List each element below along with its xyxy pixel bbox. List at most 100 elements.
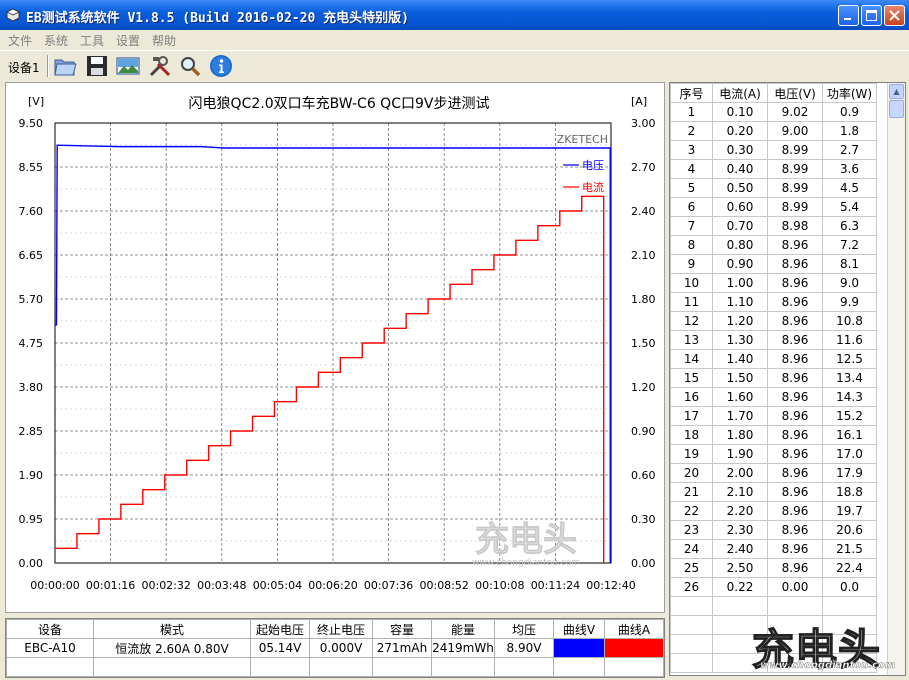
right-axis-unit: [A] [631,95,647,108]
data-row[interactable]: 7 0.70 8.98 6.3 [670,216,877,236]
row-current: 2.40 [712,539,768,559]
close-button[interactable] [884,5,905,26]
data-row[interactable]: 6 0.60 8.99 5.4 [670,197,877,217]
row-index: 25 [670,558,713,578]
zoom-icon[interactable] [178,54,202,78]
scroll-up-arrow[interactable]: ▲ [889,84,904,99]
minimize-button[interactable] [838,5,859,26]
scroll-thumb[interactable] [889,100,904,118]
row-voltage: 8.99 [767,159,823,179]
row-voltage: 9.00 [767,121,823,141]
data-row[interactable]: 24 2.40 8.96 21.5 [670,539,877,559]
row-current: 0.50 [712,178,768,198]
data-row[interactable]: 12 1.20 8.96 10.8 [670,311,877,331]
info-icon[interactable] [209,54,233,78]
open-folder-icon[interactable] [53,54,77,78]
menu-settings[interactable]: 设置 [116,32,140,49]
y-right-tick-label: 0.60 [631,469,656,482]
x-tick-label: 00:03:48 [197,579,246,592]
row-current: 0.80 [712,235,768,255]
menu-file[interactable]: 文件 [8,32,32,49]
row-power: 5.4 [822,197,877,217]
data-row[interactable]: 14 1.40 8.96 12.5 [670,349,877,369]
menu-bar: 文件 系统 工具 设置 帮助 [0,30,909,50]
data-row[interactable]: 15 1.50 8.96 13.4 [670,368,877,388]
device-tab[interactable]: 设备1 [8,59,40,76]
data-row[interactable]: 20 2.00 8.96 17.9 [670,463,877,483]
data-table-scrollbar[interactable]: ▲ [887,83,905,675]
row-voltage: 8.96 [767,539,823,559]
step-data-table: 序号 电流(A) 电压(V) 功率(W) 1 0.10 9.02 0.9 2 0.20 9.… [670,83,877,673]
row-voltage: 8.96 [767,368,823,388]
chart-picture-icon[interactable] [116,54,140,78]
chart-title: 闪电狼QC2.0双口车充BW-C6 QC口9V步进测试 [189,95,490,112]
row-power: 0.9 [822,102,877,122]
info-header-energy: 能量 [431,619,495,639]
curve-a-color-swatch[interactable] [604,638,664,658]
data-row[interactable]: 18 1.80 8.96 16.1 [670,425,877,445]
row-current: 0.10 [712,102,768,122]
data-row[interactable]: 10 1.00 8.96 9.0 [670,273,877,293]
data-row[interactable]: 1 0.10 9.02 0.9 [670,102,877,122]
data-row[interactable]: 23 2.30 8.96 20.6 [670,520,877,540]
data-row[interactable]: 5 0.50 8.99 4.5 [670,178,877,198]
row-power: 8.1 [822,254,877,274]
data-row[interactable]: 8 0.80 8.96 7.2 [670,235,877,255]
menu-help[interactable]: 帮助 [152,32,176,49]
row-voltage: 8.96 [767,520,823,540]
row-power: 0.0 [822,577,877,597]
data-row[interactable]: 13 1.30 8.96 11.6 [670,330,877,350]
row-index: 12 [670,311,713,331]
data-row[interactable]: 26 0.22 0.00 0.0 [670,577,877,597]
curve-v-color-swatch[interactable] [553,638,605,658]
watermark-url: www.chongdiantou.com [760,660,896,671]
x-tick-label: 00:02:32 [141,579,190,592]
row-current: 0.30 [712,140,768,160]
row-voltage: 8.96 [767,273,823,293]
left-axis-unit: [V] [28,95,44,108]
save-disk-icon[interactable] [85,54,109,78]
row-power: 22.4 [822,558,877,578]
row-current: 2.50 [712,558,768,578]
data-row[interactable]: 22 2.20 8.96 19.7 [670,501,877,521]
data-row[interactable]: 11 1.10 8.96 9.9 [670,292,877,312]
row-current: 1.10 [712,292,768,312]
data-row[interactable]: 4 0.40 8.99 3.6 [670,159,877,179]
menu-tools[interactable]: 工具 [80,32,104,49]
row-current: 2.10 [712,482,768,502]
data-row[interactable]: 3 0.30 8.99 2.7 [670,140,877,160]
info-device: EBC-A10 [6,638,94,658]
y-left-tick-label: 7.60 [19,205,44,218]
row-current: 1.50 [712,368,768,388]
test-info-table: 设备 模式 起始电压 终止电压 容量 能量 均压 曲线V 曲线A EBC-A10… [5,618,665,678]
row-current: 0.90 [712,254,768,274]
row-voltage: 8.96 [767,387,823,407]
data-row[interactable]: 17 1.70 8.96 15.2 [670,406,877,426]
row-current: 0.22 [712,577,768,597]
y-left-tick-label: 4.75 [19,337,44,350]
data-row[interactable]: 25 2.50 8.96 22.4 [670,558,877,578]
data-row[interactable]: 19 1.90 8.96 17.0 [670,444,877,464]
info-header-curve-v: 曲线V [553,619,605,639]
chart-panel: 闪电狼QC2.0双口车充BW-C6 QC口9V步进测试 [V] [A] 9.50 3.0… [5,82,665,613]
tools-icon[interactable] [148,54,172,78]
x-tick-label: 00:11:24 [531,579,580,592]
row-voltage: 8.96 [767,501,823,521]
data-row[interactable]: 16 1.60 8.96 14.3 [670,387,877,407]
info-data-row[interactable]: EBC-A10 恒流放 2.60A 0.80V 05.14V 0.000V 27… [6,638,664,658]
row-voltage: 8.96 [767,330,823,350]
data-row[interactable]: 9 0.90 8.96 8.1 [670,254,877,274]
brand-label: ZKETECH [557,133,608,146]
y-right-tick-label: 1.80 [631,293,656,306]
row-voltage: 8.96 [767,349,823,369]
data-header-current: 电流(A) [712,83,768,103]
row-current: 2.00 [712,463,768,483]
info-header-device: 设备 [6,619,94,639]
menu-system[interactable]: 系统 [44,32,68,49]
row-current: 2.20 [712,501,768,521]
row-index: 20 [670,463,713,483]
data-row[interactable]: 21 2.10 8.96 18.8 [670,482,877,502]
maximize-button[interactable] [861,5,882,26]
data-row[interactable]: 2 0.20 9.00 1.8 [670,121,877,141]
row-voltage: 8.99 [767,178,823,198]
